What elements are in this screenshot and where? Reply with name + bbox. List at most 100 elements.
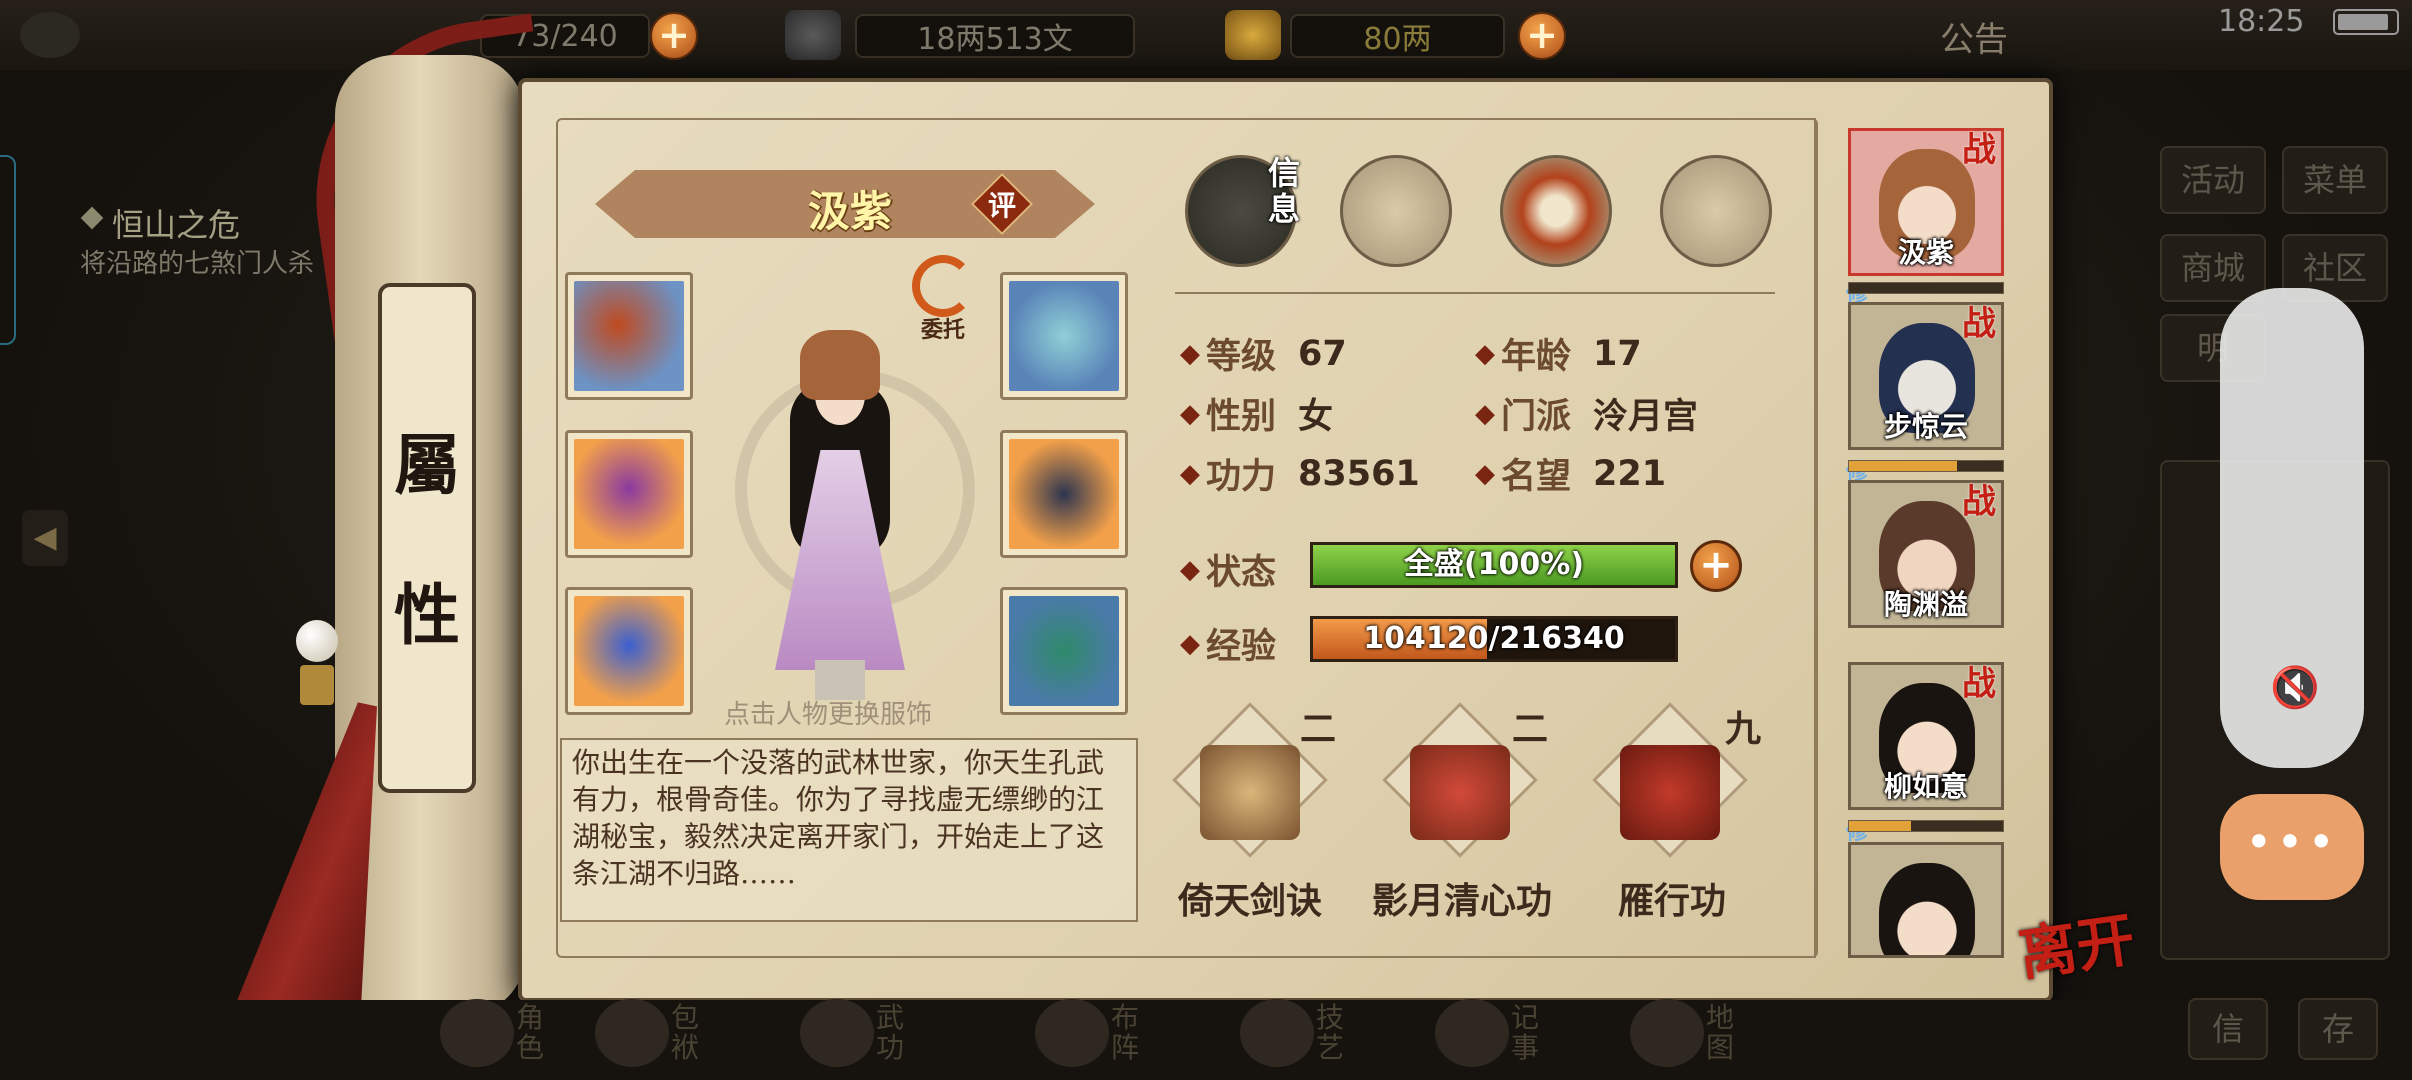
fame-value: 221 xyxy=(1593,453,1667,494)
armor-icon xyxy=(1009,439,1119,549)
battle-badge: 战 xyxy=(1962,664,1996,704)
skill-1-level: 二 xyxy=(1300,709,1337,750)
bottom-nav-bar xyxy=(0,1000,2412,1080)
meridian-body-tab-icon[interactable] xyxy=(1660,155,1772,267)
stat-exp: ◆ 经验 xyxy=(1180,627,1277,667)
map-icon xyxy=(1630,999,1704,1067)
tassel-knot xyxy=(300,665,334,705)
status-clock: 18:25 xyxy=(2218,4,2305,39)
silver-ingot-icon xyxy=(785,10,841,60)
hero-hat xyxy=(800,330,880,400)
entrust-icon[interactable] xyxy=(912,255,974,317)
roster-member-5[interactable] xyxy=(1848,842,2004,958)
stat-level: ◆ 等级 67 xyxy=(1180,333,1347,378)
nav-record-label: 记事 xyxy=(1511,1001,1540,1064)
member-name: 步惊云 xyxy=(1883,410,1968,443)
status-restore-button[interactable]: + xyxy=(1690,540,1742,592)
equip-slot-weapon[interactable] xyxy=(565,430,693,558)
skill-icon xyxy=(1240,999,1314,1067)
collapse-arrow-icon[interactable]: ◀ xyxy=(22,510,68,566)
rate-label[interactable]: 评 xyxy=(980,184,1024,224)
formation-icon xyxy=(1035,999,1109,1067)
equip-slot-belt[interactable] xyxy=(1000,272,1128,400)
member-portrait xyxy=(1879,863,1975,955)
role-icon xyxy=(440,999,514,1067)
stat-sect: ◆ 门派 泠月宫 xyxy=(1475,388,1698,439)
nav-formation[interactable]: 布阵 xyxy=(1035,995,1175,1075)
nav-map[interactable]: 地图 xyxy=(1630,995,1770,1075)
member-1-bar xyxy=(1848,282,2004,294)
equip-slot-jade[interactable] xyxy=(1000,587,1128,715)
nav-bag-label: 包袱 xyxy=(671,1001,700,1064)
leave-button[interactable]: 离开 xyxy=(2013,892,2140,991)
game-screen: 73/240 + 18两513文 80两 + 公告 18:25 恒山之危 将沿路… xyxy=(0,0,2412,1080)
info-tab-label[interactable]: 信息 xyxy=(1268,155,1308,227)
stat-age: ◆ 年龄 17 xyxy=(1475,333,1642,378)
power-value: 83561 xyxy=(1298,453,1420,494)
quest-title[interactable]: 恒山之危 xyxy=(112,200,240,246)
jade-pendant-icon xyxy=(1009,596,1119,706)
exp-text: 104120/216340 xyxy=(1363,621,1625,656)
save-button[interactable]: 存 xyxy=(2298,998,2378,1060)
stat-gender: ◆ 性别女 xyxy=(1180,388,1333,439)
sect-value: 泠月宫 xyxy=(1593,397,1699,437)
skill-2-name[interactable]: 影月清心功 xyxy=(1352,872,1572,924)
martial-icon xyxy=(800,999,874,1067)
age-value: 17 xyxy=(1593,333,1642,374)
gold-plus-button[interactable]: + xyxy=(1518,12,1566,60)
nav-martial[interactable]: 武功 xyxy=(800,995,940,1075)
biography-box: 你出生在一个没落的武林世家，你天生孔武有力，根骨奇佳。你为了寻找虚无缥缈的江湖秘… xyxy=(560,738,1138,922)
skill-1-name[interactable]: 倚天剑诀 xyxy=(1140,872,1360,924)
notice-button[interactable]: 公告 xyxy=(1940,12,2008,61)
scroll-icon xyxy=(1410,745,1510,840)
nav-bag[interactable]: 包袱 xyxy=(595,995,735,1075)
equip-slot-armor[interactable] xyxy=(1000,430,1128,558)
mute-icon[interactable]: 🔇 xyxy=(2270,666,2320,710)
letter-button[interactable]: 信 xyxy=(2188,998,2268,1060)
battle-badge: 战 xyxy=(1962,304,1996,344)
attribute-tab-char-1: 屬 xyxy=(394,426,460,504)
member-name: 柳如意 xyxy=(1883,770,1968,803)
member-4-bar xyxy=(1848,820,2004,832)
shop-button[interactable]: 商城 xyxy=(2160,234,2266,302)
entrust-label[interactable]: 委托 xyxy=(912,312,974,344)
nav-role-label: 角色 xyxy=(516,1001,545,1064)
record-icon xyxy=(1435,999,1509,1067)
member-4-bar-fill xyxy=(1849,821,1911,831)
member-name: 陶渊溢 xyxy=(1883,588,1968,621)
equip-slot-ring[interactable] xyxy=(565,587,693,715)
book-icon xyxy=(1200,745,1300,840)
stamina-plus-button[interactable]: + xyxy=(650,12,698,60)
ring-icon xyxy=(574,596,684,706)
quest-description: 将沿路的七煞门人杀 xyxy=(80,249,315,279)
tassel-bead xyxy=(296,620,338,662)
member-2-bar-fill xyxy=(1849,461,1957,471)
quest-diamond-icon xyxy=(80,206,104,230)
stat-fame: ◆ 名望 221 xyxy=(1475,453,1667,498)
nav-record[interactable]: 记事 xyxy=(1435,995,1575,1075)
top-resource-bar xyxy=(0,0,2412,70)
nav-skill-label: 技艺 xyxy=(1316,1001,1345,1064)
sword-icon xyxy=(574,439,684,549)
battle-badge: 战 xyxy=(1962,482,1996,522)
activity-button[interactable]: 活动 xyxy=(2160,146,2266,214)
gold-ingot-icon xyxy=(1225,10,1281,60)
gold-value: 80两 xyxy=(1290,14,1505,58)
nav-formation-label: 布阵 xyxy=(1111,1001,1140,1064)
scroll-map-tab-icon[interactable] xyxy=(1340,155,1452,267)
skill-3-name[interactable]: 雁行功 xyxy=(1562,872,1782,924)
nav-skill[interactable]: 技艺 xyxy=(1240,995,1380,1075)
nav-map-label: 地图 xyxy=(1706,1001,1735,1064)
menu-button[interactable]: 菜单 xyxy=(2282,146,2388,214)
equip-slot-bracer[interactable] xyxy=(565,272,693,400)
attribute-tab-char-2: 性 xyxy=(394,576,460,654)
stat-power: ◆ 功力 83561 xyxy=(1180,453,1420,498)
bagua-tab-icon[interactable] xyxy=(1500,155,1612,267)
more-options-button[interactable]: ••• xyxy=(2220,794,2364,900)
member-2-bar xyxy=(1848,460,2004,472)
change-outfit-hint: 点击人物更换服饰 xyxy=(724,700,933,730)
nav-role[interactable]: 角色 xyxy=(440,995,580,1075)
belt-icon xyxy=(1009,281,1119,391)
avatar-icon[interactable] xyxy=(20,12,80,58)
left-edge-tab[interactable] xyxy=(0,155,16,345)
